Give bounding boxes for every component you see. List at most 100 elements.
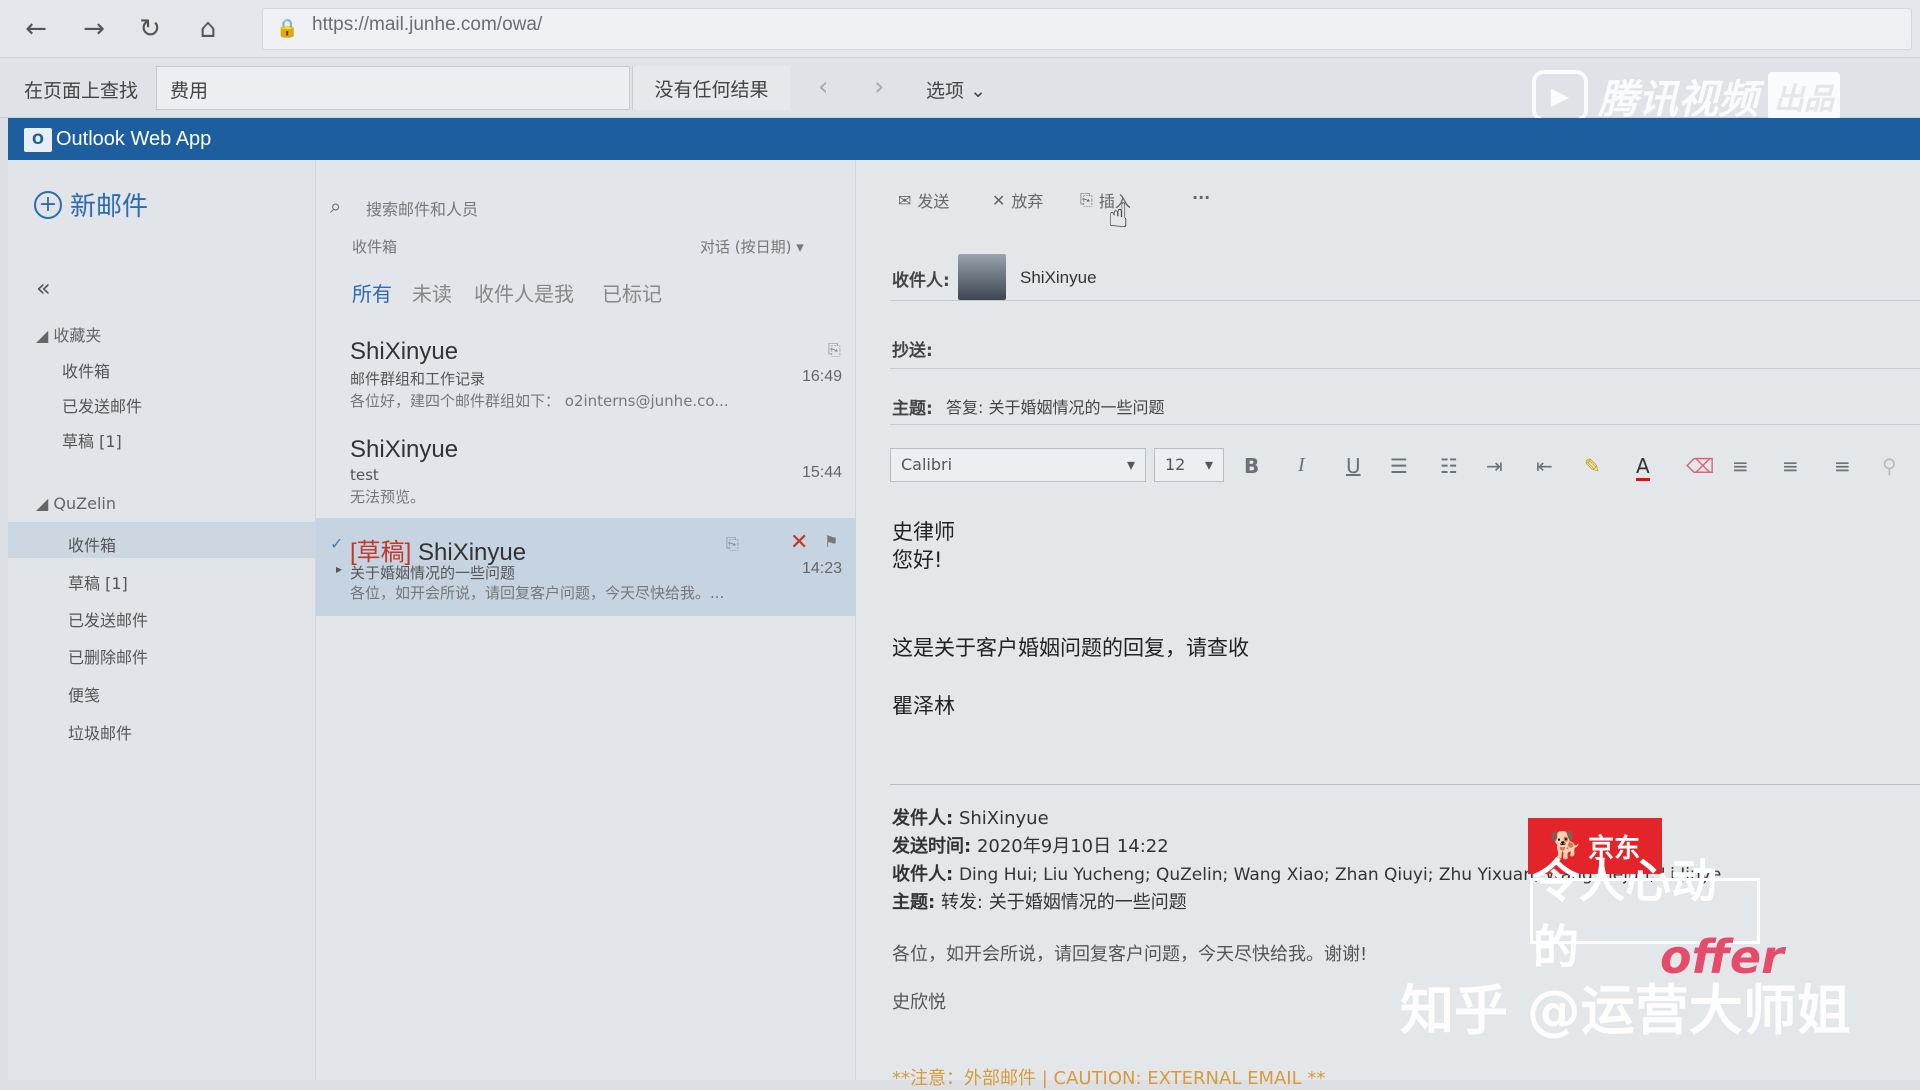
caret-down-icon: ▾ (1204, 455, 1213, 474)
caution-banner: **注意：外部邮件 | CAUTION: EXTERNAL EMAIL ** (892, 1068, 1326, 1089)
delete-icon[interactable]: ✕ (790, 530, 808, 555)
account-header[interactable]: ◢ QuZelin (36, 494, 116, 513)
font-family-value: Calibri (901, 455, 953, 474)
caret-down-icon: ▾ (1126, 455, 1135, 474)
find-options-button[interactable]: 选项 ⌄ (926, 76, 986, 103)
quoted-sent: 发送时间: 2020年9月10日 14:22 (892, 832, 1169, 858)
tencent-video-watermark: ▶ 腾讯视频 出品 (1532, 68, 1862, 124)
quoted-to-key: 收件人: (892, 864, 954, 885)
folder-deleted[interactable]: 已删除邮件 (68, 644, 148, 668)
url-text[interactable]: https://mail.junhe.com/owa/ (312, 14, 542, 36)
font-size-select[interactable]: 12 ▾ (1154, 448, 1224, 482)
filter-unread[interactable]: 未读 (412, 278, 452, 307)
highlight-icon[interactable]: ✎ (1584, 454, 1601, 478)
refresh-icon[interactable]: ↻ (132, 12, 168, 46)
forward-icon[interactable]: → (76, 12, 112, 46)
send-button[interactable]: ✉ 发送 (898, 188, 949, 212)
font-family-select[interactable]: Calibri ▾ (890, 448, 1146, 482)
find-input[interactable] (156, 66, 630, 110)
body-line-salutation[interactable]: 史律师 (892, 516, 955, 546)
quoted-subject: 主题: 转发: 关于婚姻情况的一些问题 (892, 888, 1187, 914)
search-input[interactable]: 搜索邮件和人员 (366, 196, 478, 220)
tencent-text: 腾讯视频 (1598, 77, 1758, 123)
clear-format-icon[interactable]: ⌫ (1686, 454, 1714, 478)
message-subject: 关于婚姻情况的一些问题 (350, 564, 516, 582)
folder-sent[interactable]: 已发送邮件 (68, 607, 148, 631)
subject-input[interactable]: 答复: 关于婚姻情况的一些问题 (946, 394, 1164, 418)
message-sender[interactable]: ShiXinyue (350, 338, 458, 366)
find-query[interactable]: 费用 (170, 76, 208, 103)
font-color-icon[interactable]: A (1636, 454, 1650, 481)
bullet-list-icon[interactable]: ☰ (1390, 454, 1408, 478)
collapse-pane-icon[interactable]: « (36, 274, 51, 302)
filter-flagged[interactable]: 已标记 (602, 278, 662, 307)
discard-button[interactable]: ✕ 放弃 (992, 188, 1043, 212)
lock-icon: 🔒 (276, 18, 299, 39)
folder-inbox[interactable]: 收件箱 (68, 532, 116, 556)
list-folder-name: 收件箱 (352, 238, 398, 256)
folder-favorites-inbox[interactable]: 收件箱 (62, 358, 110, 382)
home-icon[interactable]: ⌂ (190, 12, 226, 46)
subject-label: 主题: (892, 399, 933, 419)
paperclip-icon: ⎘ (1080, 190, 1093, 209)
indent-icon[interactable]: ⇥ (1486, 454, 1503, 478)
tencent-badge: 出品 (1768, 72, 1840, 120)
sort-label: 对话 (按日期) (700, 238, 792, 256)
bold-icon[interactable]: B (1244, 454, 1259, 478)
body-line-content[interactable]: 这是关于客户婚姻问题的回复，请查收 (892, 632, 1249, 662)
expand-icon[interactable]: ▸ (336, 562, 342, 576)
zhihu-watermark: 知乎 @运营大师姐 (1400, 979, 1851, 1042)
quoted-from-value: ShiXinyue (958, 808, 1049, 829)
more-options-button[interactable]: ··· (1192, 188, 1210, 207)
folder-notes[interactable]: 便笺 (68, 682, 100, 706)
body-line-signature[interactable]: 瞿泽林 (892, 690, 955, 720)
body-line-greeting[interactable]: 您好! (892, 544, 942, 574)
message-time: 16:49 (802, 368, 843, 385)
filter-to-me[interactable]: 收件人是我 (474, 278, 574, 307)
avatar (958, 254, 1006, 300)
find-prev-icon[interactable]: ‹ (818, 72, 828, 102)
align-left-icon[interactable]: ≡ (1732, 454, 1749, 478)
to-field-underline[interactable] (890, 300, 1920, 301)
quoted-signature: 史欣悦 (892, 992, 946, 1013)
send-icon: ✉ (898, 190, 912, 210)
to-label: 收件人: (892, 271, 950, 291)
to-recipient[interactable]: ShiXinyue (1020, 268, 1097, 288)
triangle-down-icon: ◢ (36, 326, 49, 345)
italic-icon[interactable]: I (1298, 454, 1305, 477)
sort-dropdown[interactable]: 对话 (按日期) ▾ (700, 236, 804, 257)
outdent-icon[interactable]: ⇤ (1536, 454, 1553, 478)
message-time: 14:23 (802, 560, 843, 577)
quoted-subject-value: 转发: 关于婚姻情况的一些问题 (940, 892, 1187, 913)
cc-field[interactable] (890, 368, 1920, 369)
app-title: Outlook Web App (56, 128, 212, 150)
find-next-icon[interactable]: › (874, 72, 884, 102)
outlook-logo-icon: O (24, 128, 52, 152)
send-label: 发送 (917, 192, 950, 211)
quoted-sent-value: 2020年9月10日 14:22 (976, 836, 1169, 857)
align-right-icon[interactable]: ≡ (1834, 454, 1851, 478)
new-mail-button[interactable]: + 新邮件 (34, 186, 148, 223)
numbered-list-icon[interactable]: ☷ (1440, 454, 1458, 478)
filter-all[interactable]: 所有 (352, 278, 392, 307)
back-icon[interactable]: ← (18, 12, 54, 46)
hand-cursor-icon: ☝ (1108, 196, 1129, 236)
check-icon[interactable]: ✓ (330, 534, 343, 553)
align-center-icon[interactable]: ≡ (1782, 454, 1799, 478)
folder-drafts[interactable]: 草稿 [1] (68, 570, 128, 594)
attachment-icon: ⎘ (726, 534, 739, 553)
folder-favorites-drafts[interactable]: 草稿 [1] (62, 428, 122, 452)
find-label: 在页面上查找 (24, 80, 139, 102)
account-header-label: QuZelin (53, 494, 116, 513)
favorites-header[interactable]: ◢ 收藏夹 (36, 322, 101, 346)
link-icon[interactable]: ⚲ (1882, 454, 1897, 478)
folder-junk[interactable]: 垃圾邮件 (68, 720, 132, 744)
underline-icon[interactable]: U (1346, 454, 1361, 478)
folder-favorites-sent[interactable]: 已发送邮件 (62, 393, 142, 417)
message-sender[interactable]: ShiXinyue (350, 436, 458, 464)
search-icon[interactable]: ⌕ (330, 194, 341, 218)
cc-label: 抄送: (892, 341, 933, 361)
plus-circle-icon: + (34, 190, 62, 219)
message-preview: 各位好，建四个邮件群组如下： o2interns@junhe.co... (350, 392, 729, 410)
flag-icon[interactable]: ⚑ (824, 532, 838, 551)
